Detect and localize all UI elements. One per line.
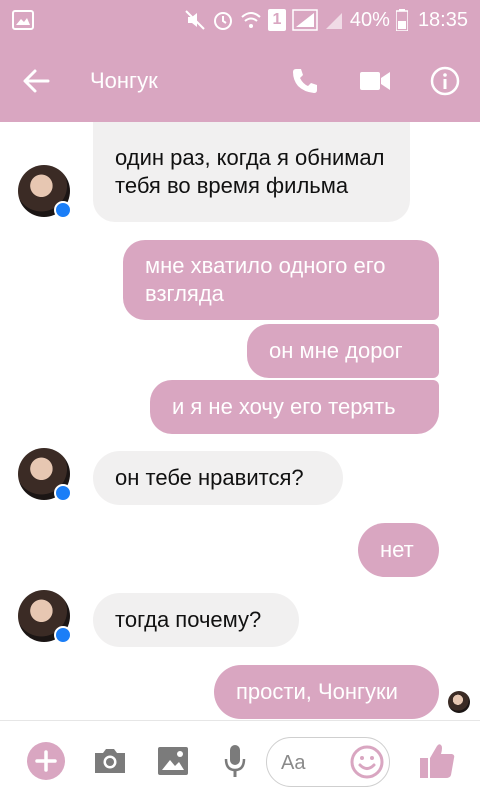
message-bubble-outgoing[interactable]: он мне дорог <box>247 324 439 378</box>
contact-avatar[interactable] <box>18 590 72 644</box>
read-receipt-avatar <box>448 691 470 713</box>
mute-icon <box>185 10 205 30</box>
signal-2-icon <box>325 13 342 29</box>
message-text: мне хватило одного его взгляда <box>145 253 386 306</box>
message-text: один раз, когда я обнимал тебя во время … <box>115 145 385 198</box>
message-text: он мне дорог <box>269 338 403 363</box>
battery-icon <box>395 9 408 31</box>
status-bar: 1 40% 18:35 <box>0 0 480 40</box>
message-bubble-outgoing[interactable]: мне хватило одного его взгляда <box>123 240 439 320</box>
back-button[interactable] <box>0 40 72 122</box>
arrow-left-icon <box>23 69 50 93</box>
message-text: и я не хочу его терять <box>172 394 396 419</box>
more-actions-button[interactable] <box>26 741 66 781</box>
emoji-button[interactable] <box>349 744 385 780</box>
messenger-badge-icon <box>54 626 72 644</box>
info-icon <box>430 66 460 96</box>
sim-indicator: 1 <box>267 9 286 31</box>
message-text: нет <box>380 537 414 562</box>
camera-button[interactable] <box>92 745 128 777</box>
video-camera-icon <box>360 72 390 90</box>
messenger-badge-icon <box>54 201 72 219</box>
message-text: тогда почему? <box>115 607 262 632</box>
camera-icon <box>95 749 125 773</box>
message-bubble-incoming[interactable]: он тебе нравится? <box>93 451 343 505</box>
message-bubble-outgoing[interactable]: нет <box>358 523 439 577</box>
voice-button[interactable] <box>220 743 250 779</box>
message-bubble-incoming[interactable]: тогда почему? <box>93 593 299 647</box>
message-bubble-outgoing[interactable]: прости, Чонгуки <box>214 665 439 719</box>
status-time: 18:35 <box>417 8 468 31</box>
wifi-icon <box>241 12 261 28</box>
info-button[interactable] <box>410 40 480 122</box>
contact-name[interactable]: Чонгук <box>90 68 270 94</box>
composer-bar <box>0 720 480 800</box>
thumbs-up-icon <box>420 744 455 778</box>
gallery-button[interactable] <box>156 745 190 777</box>
battery-percent: 40% <box>349 8 390 31</box>
alarm-icon <box>213 12 232 30</box>
video-call-button[interactable] <box>340 40 410 122</box>
like-button[interactable] <box>418 741 456 781</box>
gallery-notification-icon <box>12 10 34 30</box>
messenger-badge-icon <box>54 484 72 502</box>
chat-header: Чонгук <box>0 40 480 122</box>
microphone-icon <box>224 745 246 777</box>
call-button[interactable] <box>270 40 340 122</box>
message-bubble-outgoing[interactable]: и я не хочу его терять <box>150 380 439 434</box>
contact-avatar[interactable] <box>18 165 72 219</box>
message-text: прости, Чонгуки <box>236 679 398 704</box>
message-bubble-incoming[interactable]: один раз, когда я обнимал тебя во время … <box>93 122 410 222</box>
phone-icon <box>293 69 317 93</box>
contact-avatar[interactable] <box>18 448 72 502</box>
signal-icon <box>292 9 318 31</box>
plus-icon <box>27 742 65 780</box>
message-text: он тебе нравится? <box>115 465 304 490</box>
message-input[interactable] <box>281 746 351 780</box>
image-icon <box>158 747 188 775</box>
emoji-icon <box>350 745 384 779</box>
message-list[interactable]: один раз, когда я обнимал тебя во время … <box>0 122 480 720</box>
